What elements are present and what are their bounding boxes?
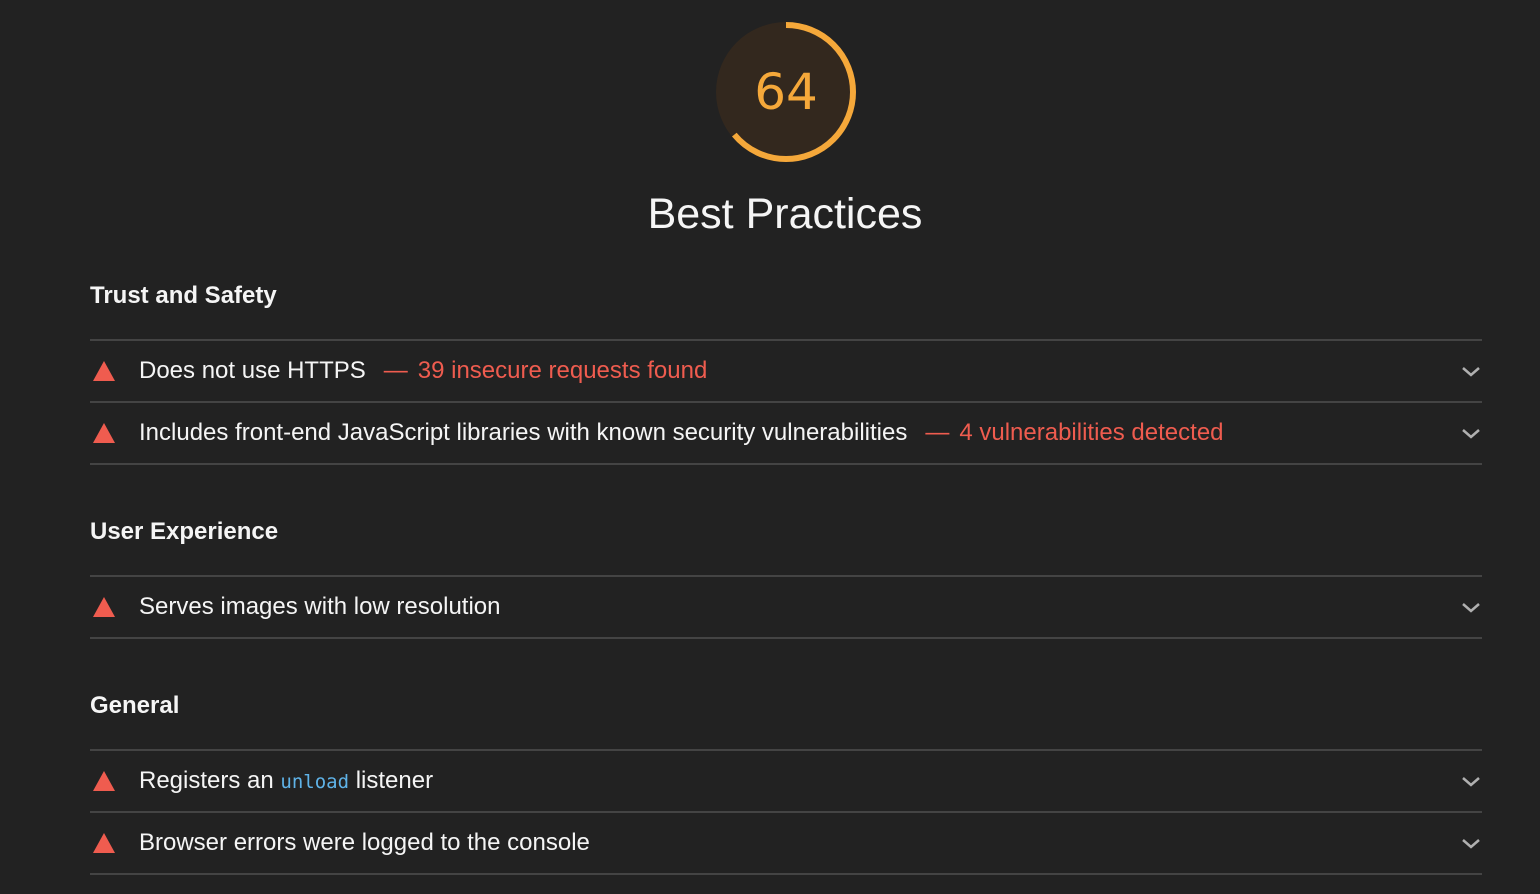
fail-triangle-icon [93, 361, 115, 381]
audit-dash: — [383, 357, 408, 384]
fail-triangle-icon [93, 771, 115, 791]
chevron-down-icon[interactable] [1460, 772, 1482, 792]
audit-display-value: 4 vulnerabilities detected [959, 419, 1224, 446]
audit-title-before: Registers an [139, 767, 274, 794]
chevron-down-icon[interactable] [1460, 834, 1482, 854]
audit-row-image-resolution[interactable]: Serves images with low resolution [90, 577, 1482, 639]
group-title-trust-and-safety: Trust and Safety [90, 265, 1482, 341]
audit-title: Browser errors were logged to the consol… [139, 829, 590, 856]
score-gauge: 64 [712, 18, 860, 166]
category-title: Best Practices [647, 190, 923, 238]
audit-title: Includes front-end JavaScript libraries … [139, 419, 908, 446]
group-title-user-experience: User Experience [90, 501, 1482, 577]
fail-triangle-icon [93, 423, 115, 443]
chevron-down-icon[interactable] [1460, 362, 1482, 382]
audit-display-value: 39 insecure requests found [417, 357, 708, 384]
group-title-general: General [90, 675, 1482, 751]
audit-groups: Trust and Safety Does not use HTTPS — 39… [90, 265, 1482, 875]
chevron-down-icon[interactable] [1460, 424, 1482, 444]
fail-triangle-icon [93, 833, 115, 853]
score-value: 64 [754, 63, 818, 121]
audit-row-unload-listener[interactable]: Registers an unload listener [90, 751, 1482, 813]
audit-title-code: unload [280, 771, 350, 793]
audit-row-console-errors[interactable]: Browser errors were logged to the consol… [90, 813, 1482, 875]
fail-triangle-icon [93, 597, 115, 617]
audit-title: Serves images with low resolution [139, 593, 501, 620]
audit-title: Does not use HTTPS [139, 357, 366, 384]
audit-title: Registers an unload listener [139, 767, 433, 795]
chevron-down-icon[interactable] [1460, 598, 1482, 618]
score-header: 64 Best Practices [0, 0, 1540, 270]
audit-title-after: listener [355, 767, 434, 794]
audit-dash: — [925, 419, 950, 446]
audit-row-vulnerable-libraries[interactable]: Includes front-end JavaScript libraries … [90, 403, 1482, 465]
audit-row-https[interactable]: Does not use HTTPS — 39 insecure request… [90, 341, 1482, 403]
